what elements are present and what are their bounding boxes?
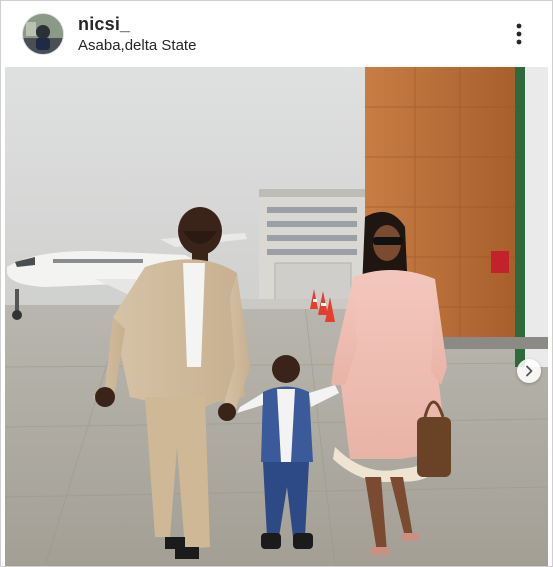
vertical-ellipsis-icon <box>516 23 522 45</box>
post-header: nicsi_ Asaba,delta State <box>1 1 552 67</box>
username[interactable]: nicsi_ <box>78 14 130 35</box>
post-photo[interactable] <box>5 67 548 566</box>
chevron-right-icon <box>526 365 533 377</box>
post-card: nicsi_ Asaba,delta State <box>0 0 553 567</box>
next-photo-button[interactable] <box>517 359 541 383</box>
location-link[interactable]: Asaba,delta State <box>78 37 196 54</box>
avatar-image <box>23 14 63 54</box>
more-options-button[interactable] <box>505 19 533 49</box>
avatar[interactable] <box>23 14 63 54</box>
photo-image <box>5 67 548 566</box>
